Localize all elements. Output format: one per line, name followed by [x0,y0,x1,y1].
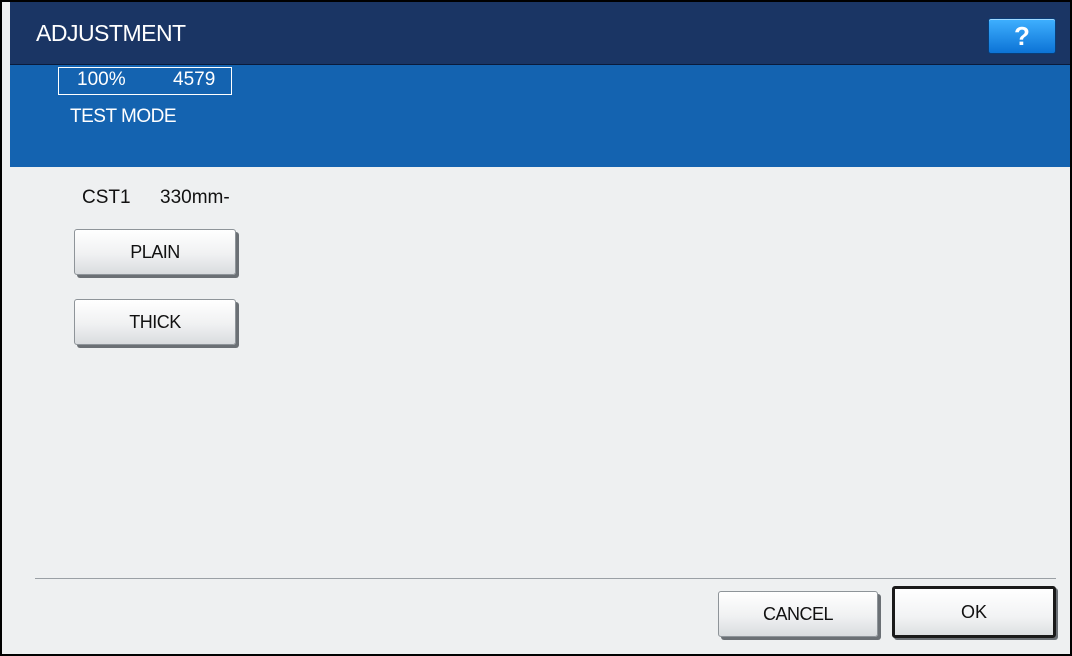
ok-button-label: OK [960,601,987,622]
thick-button-label: THICK [129,311,181,332]
adjustment-screen: ADJUSTMENT ? 100% 4579 TEST MODE CST1 33… [0,0,1072,656]
footer-divider [35,578,1056,579]
cancel-button[interactable]: CANCEL [718,591,878,637]
help-icon: ? [1014,20,1030,51]
plain-button-label: PLAIN [130,241,180,262]
cancel-button-label: CANCEL [762,603,834,624]
thick-button[interactable]: THICK [74,299,236,345]
zoom-ratio: 100% [77,69,126,90]
screen-title: ADJUSTMENT [36,20,186,46]
help-button[interactable]: ? [988,18,1056,54]
cassette-label: CST1 [82,187,131,208]
cassette-size: 330mm- [160,187,230,208]
mode-indicator: TEST MODE [70,106,177,127]
zoom-counter-box: 100% 4579 [58,67,232,95]
title-bar: ADJUSTMENT ? [10,2,1070,65]
status-band: 100% 4579 TEST MODE [10,65,1070,167]
main-content: CST1 330mm- PLAIN THICK CANCEL OK [2,167,1070,654]
plain-button[interactable]: PLAIN [74,229,236,275]
ok-button[interactable]: OK [892,586,1056,638]
copy-counter: 4579 [173,69,216,90]
